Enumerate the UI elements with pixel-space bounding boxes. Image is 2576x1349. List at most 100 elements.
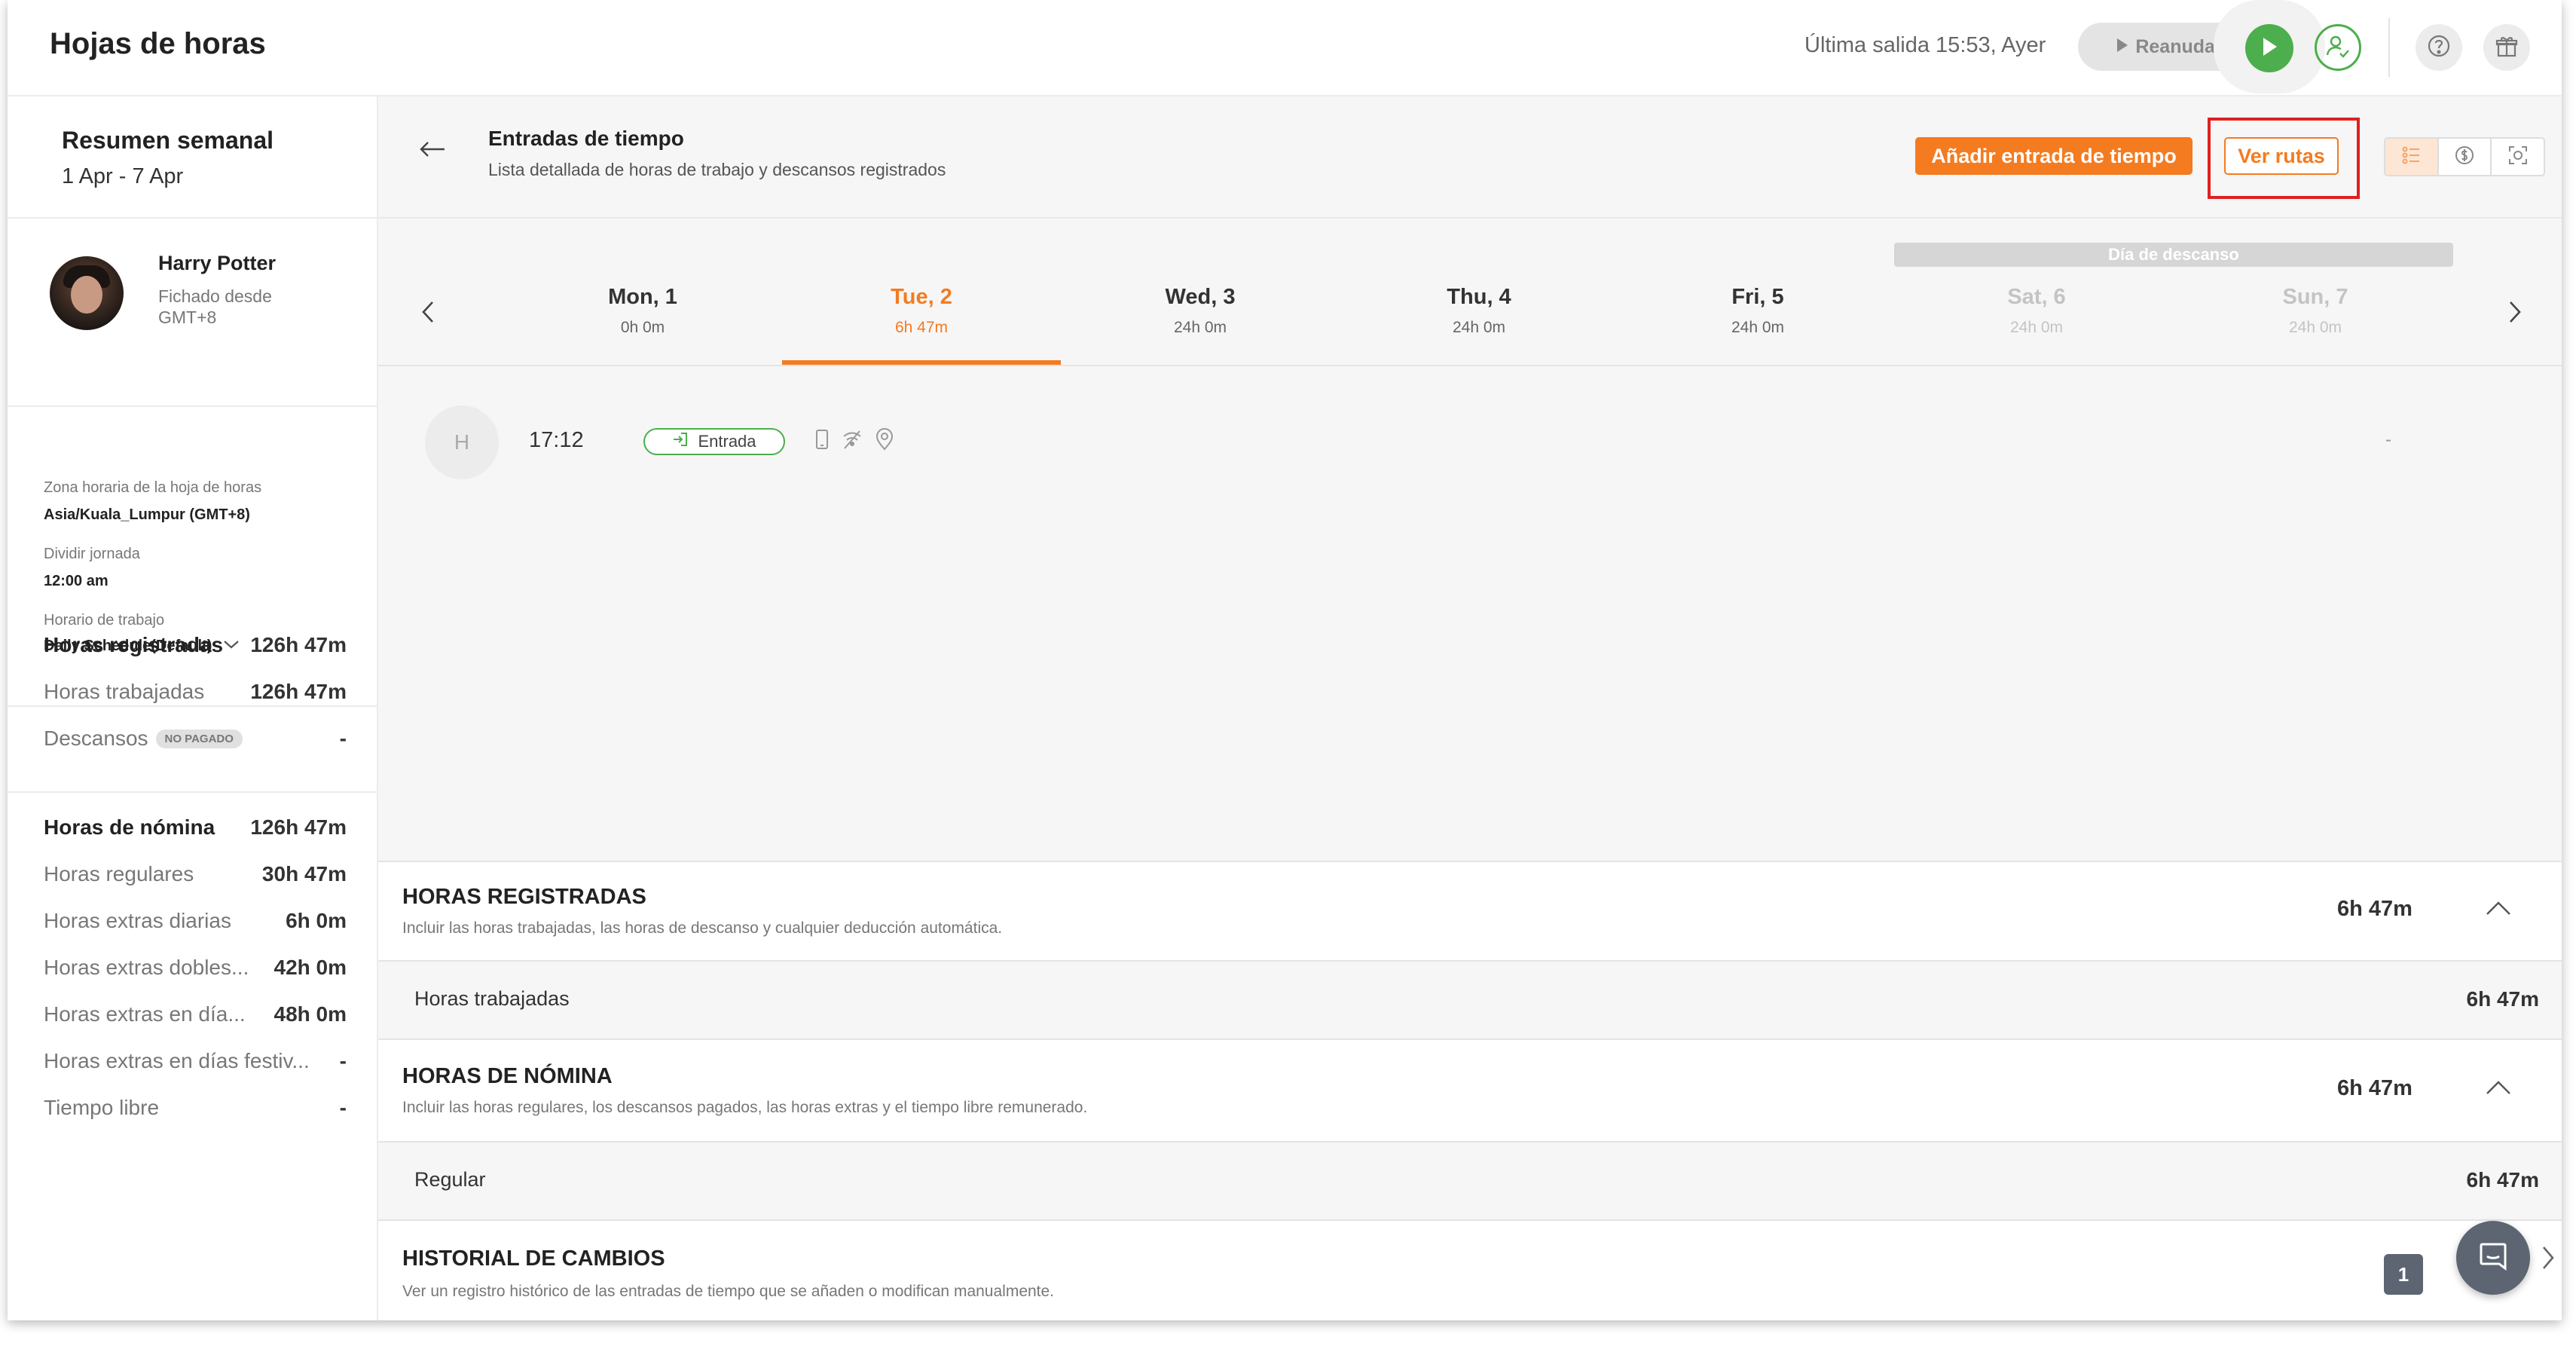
tracked-hours-subtitle: Incluir las horas trabajadas, las horas … — [402, 919, 1003, 937]
chat-support-button[interactable] — [2456, 1221, 2530, 1295]
stat-value: 30h 47m — [261, 862, 347, 886]
collapse-tracked-button[interactable] — [2485, 900, 2512, 920]
view-toggle-group — [2384, 137, 2545, 176]
entry-type-badge: Entrada — [643, 428, 785, 455]
next-week-button[interactable] — [2507, 300, 2523, 328]
day-hours: 24h 0m — [2009, 319, 2064, 336]
stat-value: - — [339, 1096, 347, 1119]
page-title: Hojas de horas — [50, 27, 266, 60]
regular-hours-label: Regular — [414, 1168, 486, 1191]
stat-label: Horas extras diarias — [44, 909, 231, 932]
day-tab-tue[interactable]: Tue, 2 6h 47m — [782, 285, 1061, 337]
day-hours: 24h 0m — [1731, 319, 1785, 336]
stat-value: 126h 47m — [250, 680, 347, 703]
user-avatar — [50, 256, 124, 330]
day-name: Sat, 6 — [2007, 285, 2066, 309]
weekly-summary-sidebar: Resumen semanal 1 Apr - 7 Apr Harry Pott… — [8, 96, 378, 1320]
user-timezone: GMT+8 — [158, 307, 217, 327]
entry-time: 17:12 — [529, 428, 584, 452]
time-entry-row[interactable]: H 17:12 Entrada - — [378, 366, 2562, 861]
day-selector: Día de descanso Mon, 1 0h 0m Tue, 2 6h 4… — [378, 219, 2562, 366]
worked-hours-label: Horas trabajadas — [414, 987, 570, 1010]
list-view-button[interactable] — [2385, 139, 2439, 175]
stats-divider — [8, 791, 377, 793]
time-entries-subtitle: Lista detallada de horas de trabajo y de… — [488, 160, 946, 179]
rest-day-banner: Día de descanso — [1894, 243, 2453, 267]
day-name: Wed, 3 — [1165, 285, 1236, 309]
pay-view-button[interactable] — [2439, 139, 2492, 175]
stat-label: Horas extras dobles... — [44, 956, 249, 979]
stat-label-wrap: Descansos NO PAGADO — [44, 727, 243, 751]
open-history-button[interactable] — [2541, 1245, 2556, 1274]
stat-label: Horas extras en día... — [44, 1002, 246, 1026]
announcements-button[interactable] — [2483, 24, 2530, 71]
day-tab-fri[interactable]: Fri, 5 24h 0m — [1618, 285, 1897, 337]
stat-label: Tiempo libre — [44, 1096, 160, 1119]
day-hours: 24h 0m — [1173, 319, 1227, 336]
day-name: Sun, 7 — [2282, 285, 2348, 309]
previous-week-button[interactable] — [420, 300, 435, 328]
split-day-label: Dividir jornada — [44, 546, 140, 562]
time-entries-panel: Entradas de tiempo Lista detallada de ho… — [378, 96, 2562, 1320]
photo-view-button[interactable] — [2492, 139, 2544, 175]
stat-daily-overtime: Horas extras diarias 6h 0m — [44, 909, 347, 933]
resume-label: Reanudar — [2135, 35, 2223, 57]
week-summary-title: Resumen semanal — [62, 127, 274, 154]
clocked-from-label: Fichado desde — [158, 286, 272, 306]
stat-rest-day-overtime: Horas extras en día... 48h 0m — [44, 1002, 347, 1026]
stat-value: 126h 47m — [250, 815, 347, 839]
payroll-hours-title: HORAS DE NÓMINA — [402, 1064, 613, 1088]
last-clock-out-text: Última salida 15:53, Ayer — [1804, 33, 2046, 57]
day-tab-sat[interactable]: Sat, 6 24h 0m — [1897, 285, 2176, 337]
worked-hours-value: 6h 47m — [2466, 987, 2540, 1011]
entry-note: - — [2385, 430, 2391, 450]
timezone-value: Asia/Kuala_Lumpur (GMT+8) — [44, 506, 250, 523]
view-routes-button[interactable]: Ver rutas — [2224, 137, 2339, 175]
stat-tracked-hours: Horas registradas 126h 47m — [44, 633, 347, 657]
help-button[interactable] — [2416, 24, 2462, 71]
entry-avatar: H — [425, 405, 499, 479]
dollar-icon — [2454, 145, 2475, 170]
stat-value: 126h 47m — [250, 633, 347, 656]
stat-value: 48h 0m — [273, 1002, 347, 1026]
collapse-payroll-button[interactable] — [2485, 1079, 2512, 1100]
day-tab-mon[interactable]: Mon, 1 0h 0m — [503, 285, 782, 337]
stat-value: 42h 0m — [273, 956, 347, 979]
change-history-section-header[interactable]: HISTORIAL DE CAMBIOS Ver un registro his… — [378, 1219, 2562, 1320]
stat-label: Horas trabajadas — [44, 680, 205, 703]
chevron-right-icon — [2541, 1247, 2556, 1274]
tracked-hours-section-header[interactable]: HORAS REGISTRADAS Incluir las horas trab… — [378, 861, 2562, 960]
chevron-right-icon — [2507, 301, 2523, 327]
stat-value: - — [339, 1049, 347, 1072]
change-history-subtitle: Ver un registro histórico de las entrada… — [402, 1283, 1055, 1300]
timesheet-window: Hojas de horas Última salida 15:53, Ayer… — [8, 0, 2562, 1320]
day-name: Thu, 4 — [1447, 285, 1511, 309]
gift-icon — [2494, 33, 2519, 63]
user-status-button[interactable] — [2315, 24, 2361, 71]
day-tab-wed[interactable]: Wed, 3 24h 0m — [1061, 285, 1340, 337]
day-tab-thu[interactable]: Thu, 4 24h 0m — [1340, 285, 1618, 337]
chat-icon — [2477, 1240, 2510, 1277]
location-pin-icon[interactable] — [874, 428, 895, 454]
day-tab-sun[interactable]: Sun, 7 24h 0m — [2176, 285, 2455, 337]
stat-payroll-hours: Horas de nómina 126h 47m — [44, 815, 347, 840]
arrow-left-icon — [419, 142, 446, 163]
time-entries-header: Entradas de tiempo Lista detallada de ho… — [378, 96, 2562, 219]
face-scan-icon — [2507, 145, 2529, 170]
day-name: Tue, 2 — [891, 285, 952, 309]
no-wifi-icon — [841, 428, 863, 454]
day-hours: 0h 0m — [620, 319, 665, 336]
stat-value: - — [339, 727, 347, 750]
day-hours: 6h 47m — [894, 319, 949, 336]
active-day-indicator — [782, 360, 1061, 365]
play-small-icon — [2116, 36, 2129, 58]
avatar-face — [71, 276, 102, 314]
clock-in-button[interactable] — [2245, 24, 2293, 72]
payroll-hours-section-header[interactable]: HORAS DE NÓMINA Incluir las horas regula… — [378, 1039, 2562, 1141]
stat-label: Descansos — [44, 727, 148, 750]
back-button[interactable] — [419, 139, 446, 164]
add-time-entry-button[interactable]: Añadir entrada de tiempo — [1915, 137, 2193, 175]
stat-regular-hours: Horas regulares 30h 47m — [44, 862, 347, 886]
chevron-up-icon — [2485, 1081, 2512, 1099]
work-schedule-label: Horario de trabajo — [44, 612, 165, 629]
